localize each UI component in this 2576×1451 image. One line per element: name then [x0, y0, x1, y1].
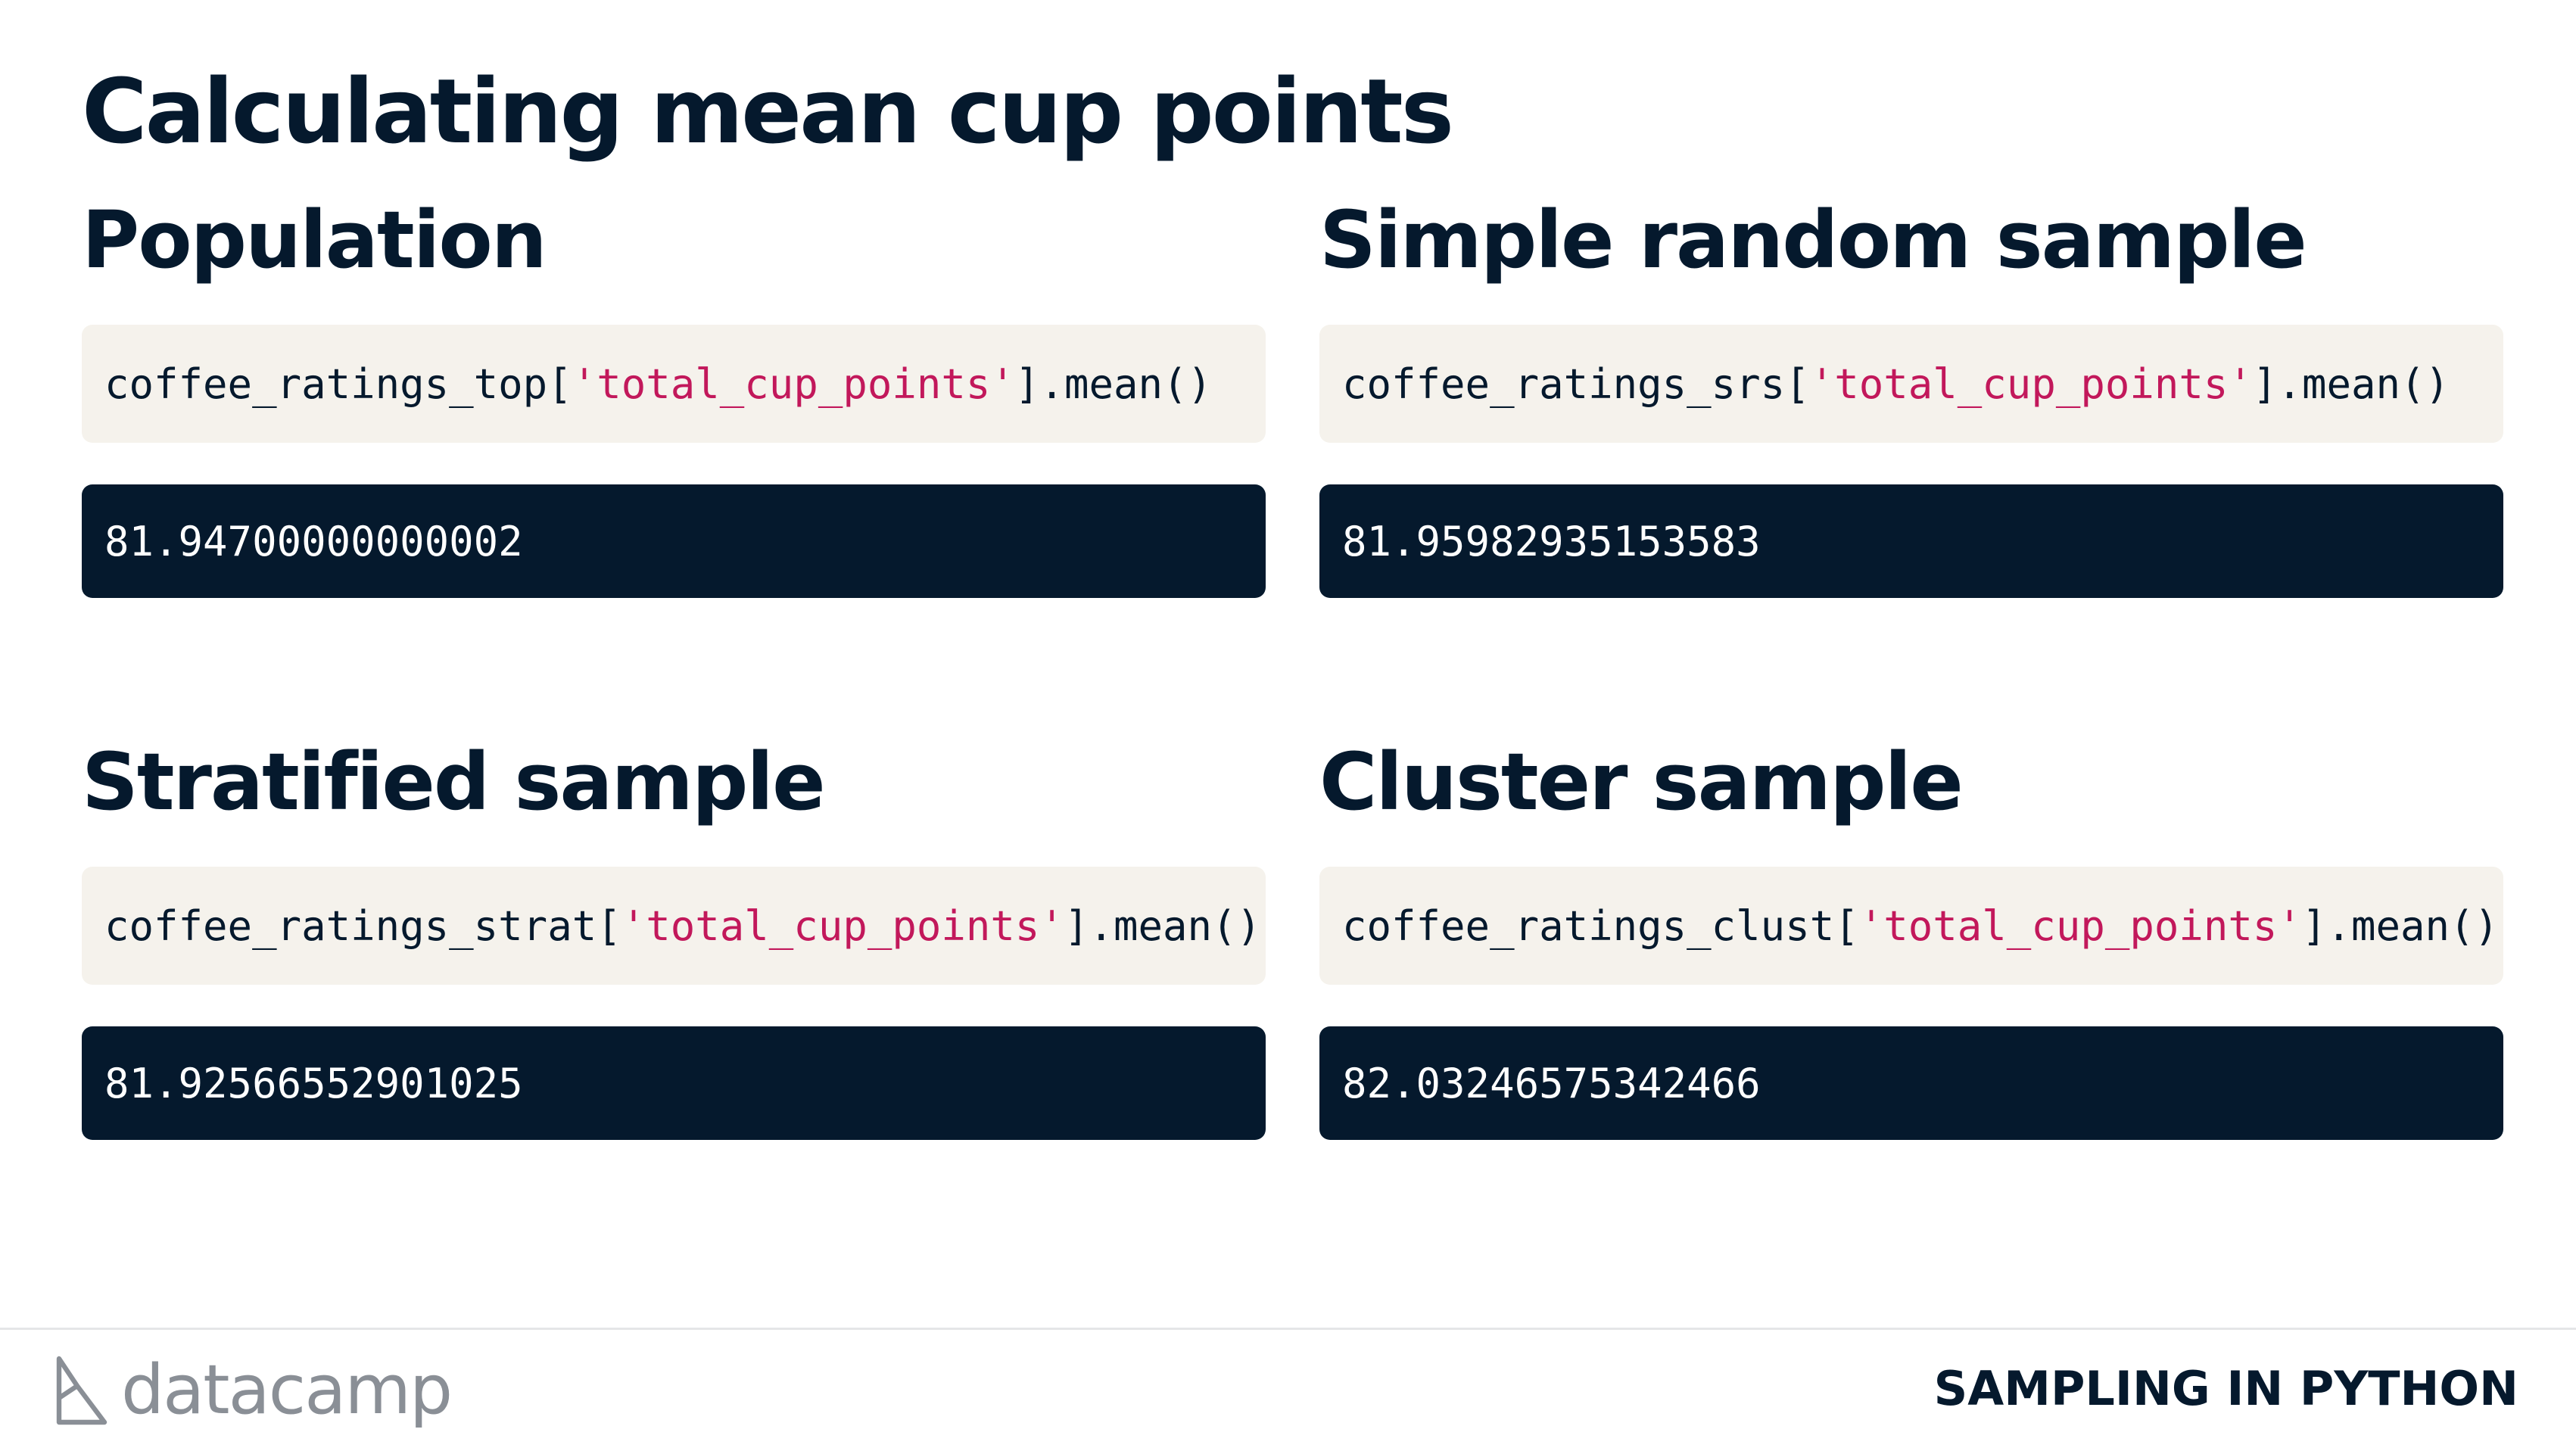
- code-suffix: ].mean(): [1014, 360, 1213, 408]
- section-heading: Population: [82, 194, 547, 286]
- footer-divider: [0, 1328, 2576, 1330]
- section-simple-random-sample: Simple random sample coffee_ratings_srs[…: [1319, 183, 2503, 598]
- code-prefix: coffee_ratings_srs[: [1342, 360, 1810, 408]
- slide-title: Calculating mean cup points: [82, 59, 1454, 163]
- section-heading: Cluster sample: [1319, 736, 1964, 828]
- output-block: 82.03246575342466: [1319, 1026, 2503, 1140]
- output-block: 81.95982935153583: [1319, 484, 2503, 598]
- datacamp-logo-icon: [56, 1356, 107, 1425]
- logo-text: datacamp: [121, 1350, 453, 1430]
- code-prefix: coffee_ratings_top[: [104, 360, 572, 408]
- output-block: 81.92566552901025: [82, 1026, 1266, 1140]
- code-prefix: coffee_ratings_clust[: [1342, 901, 1859, 950]
- code-string-literal: 'total_cup_points': [1809, 360, 2253, 408]
- course-name: SAMPLING IN PYTHON: [1933, 1361, 2518, 1416]
- code-block: coffee_ratings_top['total_cup_points'].m…: [82, 325, 1266, 443]
- code-string-literal: 'total_cup_points': [621, 901, 1064, 950]
- section-cluster-sample: Cluster sample coffee_ratings_clust['tot…: [1319, 725, 2503, 1140]
- code-string-literal: 'total_cup_points': [1858, 901, 2302, 950]
- code-suffix: ].mean(): [2252, 360, 2450, 408]
- section-stratified-sample: Stratified sample coffee_ratings_strat['…: [82, 725, 1266, 1140]
- code-block: coffee_ratings_clust['total_cup_points']…: [1319, 867, 2503, 985]
- code-prefix: coffee_ratings_strat[: [104, 901, 621, 950]
- section-heading: Simple random sample: [1319, 194, 2307, 286]
- datacamp-logo: datacamp: [53, 1349, 453, 1432]
- output-block: 81.94700000000002: [82, 484, 1266, 598]
- section-heading: Stratified sample: [82, 736, 826, 828]
- section-population: Population coffee_ratings_top['total_cup…: [82, 183, 1266, 598]
- code-string-literal: 'total_cup_points': [572, 360, 1015, 408]
- code-block: coffee_ratings_strat['total_cup_points']…: [82, 867, 1266, 985]
- code-block: coffee_ratings_srs['total_cup_points'].m…: [1319, 325, 2503, 443]
- code-suffix: ].mean(): [2301, 901, 2500, 950]
- code-suffix: ].mean(): [1064, 901, 1262, 950]
